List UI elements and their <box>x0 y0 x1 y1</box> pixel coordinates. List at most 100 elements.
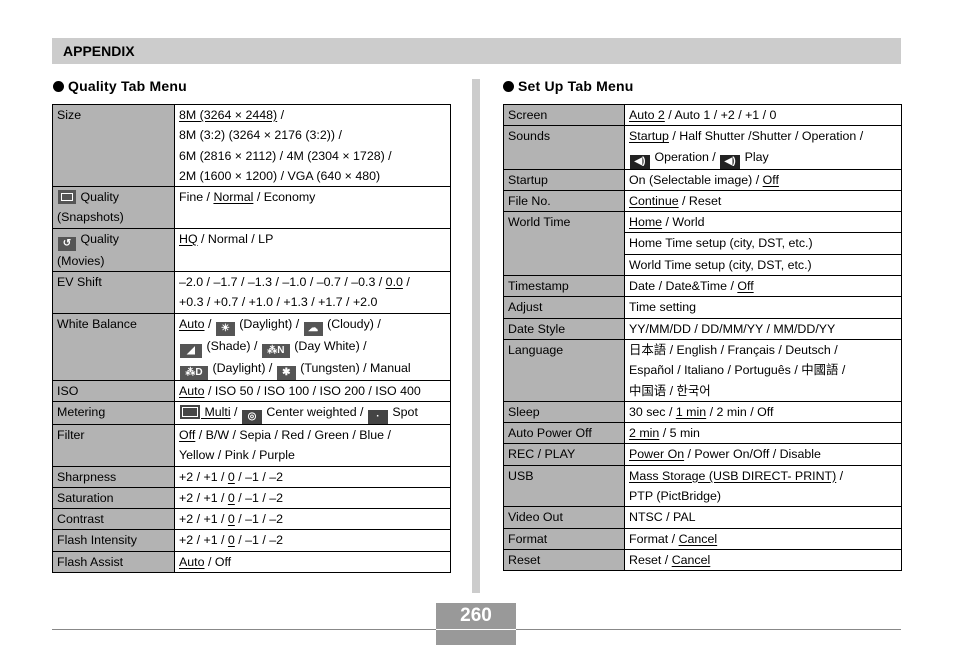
setting-options: Continue / Reset <box>624 189 902 213</box>
setting-label: Metering <box>52 400 175 425</box>
table-row: Language 日本語 / English / Français / Deuts… <box>503 338 902 402</box>
setting-label: Auto Power Off <box>503 422 625 445</box>
setting-options: +2 / +1 / 0 / –1 / –2 <box>174 465 451 488</box>
movie-quality-icon: ↺ <box>58 236 76 251</box>
setting-options: Power On / Power On/Off / Disable <box>624 443 902 466</box>
setting-label: Flash Intensity <box>52 529 175 552</box>
setting-options: Auto / ISO 50 / ISO 100 / ISO 200 / ISO … <box>174 379 451 402</box>
table-row: Adjust Time setting <box>503 296 902 319</box>
shade-icon: ◢ <box>180 343 202 358</box>
setting-label: ISO <box>52 379 175 402</box>
setting-label: Size <box>52 103 175 188</box>
setting-label: Timestamp <box>503 275 625 298</box>
setting-label: Date Style <box>503 317 625 340</box>
setting-label: World Time <box>503 211 625 277</box>
setting-options: Multi / ◎ Center weighted / · Spot <box>174 400 451 425</box>
setting-options: Auto / Off <box>174 550 451 574</box>
setting-options: Mass Storage (USB DIRECT- PRINT) / PTP (P… <box>624 464 902 508</box>
setting-options: Auto / ☀ (Daylight) / ☁ (Cloudy) / ◢ (Sha… <box>174 312 451 381</box>
table-row: White Balance Auto / ☀ (Daylight) / ☁ (Cl… <box>52 312 451 381</box>
setup-table: Screen Auto 2 / Auto 1 / +2 / +1 / 0 Sound… <box>503 103 902 572</box>
table-row: Auto Power Off 2 min / 5 min <box>503 422 902 445</box>
setting-options: Startup / Half Shutter /Shutter / Operat… <box>624 125 902 170</box>
setting-options: YY/MM/DD / DD/MM/YY / MM/DD/YY <box>624 317 902 340</box>
day-white-fluorescent-icon: ⁂N <box>261 343 290 358</box>
tungsten-icon: ✱ <box>276 365 296 380</box>
table-row: Timestamp Date / Date&Time / Off <box>503 275 902 298</box>
setting-label: Language <box>503 338 625 402</box>
table-row: File No. Continue / Reset <box>503 189 902 213</box>
setting-options: On (Selectable image) / Off <box>624 168 902 191</box>
table-row: Startup On (Selectable image) / Off <box>503 168 902 191</box>
table-row: Filter Off / B/W / Sepia / Red / Green / … <box>52 423 451 467</box>
table-row: Size 8M (3264 × 2448) /8M (3:2) (3264 × 2… <box>52 103 451 188</box>
table-row: ISO Auto / ISO 50 / ISO 100 / ISO 200 / I… <box>52 379 451 402</box>
bullet-icon <box>53 81 64 92</box>
setting-label: Adjust <box>503 296 625 319</box>
setting-options: Format / Cancel <box>624 527 902 550</box>
setting-options: –2.0 / –1.7 / –1.3 / –1.0 / –0.7 / –0.3 … <box>174 271 451 314</box>
table-row: Video Out NTSC / PAL <box>503 506 902 529</box>
table-row: Flash Intensity +2 / +1 / 0 / –1 / –2 <box>52 529 451 552</box>
setting-options: Fine / Normal / Economy <box>174 186 451 229</box>
footer-rule-left <box>52 629 436 630</box>
setting-label: Quality (Snapshots) <box>52 186 175 229</box>
section-header: APPENDIX <box>52 38 901 64</box>
speaker-icon: ◀) <box>720 154 741 169</box>
column-divider <box>472 79 480 593</box>
table-row: Sounds Startup / Half Shutter /Shutter / … <box>503 125 902 170</box>
setting-label: ↺ Quality (Movies) <box>52 227 175 273</box>
spot-metering-icon: · <box>367 409 388 424</box>
table-row: Flash Assist Auto / Off <box>52 550 451 574</box>
table-row: Reset Reset / Cancel <box>503 548 902 572</box>
setting-options: 30 sec / 1 min / 2 min / Off <box>624 400 902 424</box>
setting-options: Auto 2 / Auto 1 / +2 / +1 / 0 <box>624 103 902 127</box>
table-row: Sharpness +2 / +1 / 0 / –1 / –2 <box>52 465 451 488</box>
table-row: USB Mass Storage (USB DIRECT- PRINT) / PTP… <box>503 464 902 508</box>
setting-label: Flash Assist <box>52 550 175 574</box>
header-title: APPENDIX <box>63 43 135 59</box>
setting-options: +2 / +1 / 0 / –1 / –2 <box>174 529 451 552</box>
setting-options: Off / B/W / Sepia / Red / Green / Blue /… <box>174 423 451 467</box>
setting-label: Reset <box>503 548 625 572</box>
setting-label: Startup <box>503 168 625 191</box>
table-row: REC / PLAY Power On / Power On/Off / Disa… <box>503 443 902 466</box>
center-weighted-metering-icon: ◎ <box>241 409 262 424</box>
setting-label: Contrast <box>52 508 175 531</box>
setting-label: File No. <box>503 189 625 213</box>
table-row: Date Style YY/MM/DD / DD/MM/YY / MM/DD/YY <box>503 317 902 340</box>
setting-label: REC / PLAY <box>503 443 625 466</box>
setting-options: 2 min / 5 min <box>624 422 902 445</box>
setting-label: White Balance <box>52 312 175 381</box>
page-number-box: 260 <box>436 603 516 645</box>
quality-table: Size 8M (3264 × 2448) /8M (3:2) (3264 × 2… <box>52 103 451 574</box>
quality-section-title: Quality Tab Menu <box>53 78 187 94</box>
setting-options: Home / World Home Time setup (city, DST, … <box>624 211 902 277</box>
snapshot-quality-icon <box>58 190 76 205</box>
setting-options: NTSC / PAL <box>624 506 902 529</box>
setting-label: Filter <box>52 423 175 467</box>
setting-options: Time setting <box>624 296 902 319</box>
table-row: EV Shift –2.0 / –1.7 / –1.3 / –1.0 / –0.7… <box>52 271 451 314</box>
table-row: Quality (Snapshots) Fine / Normal / Econom… <box>52 186 451 229</box>
table-row: ↺ Quality (Movies) HQ / Normal / LP <box>52 227 451 273</box>
setting-options: 8M (3264 × 2448) /8M (3:2) (3264 × 2176 … <box>174 103 451 188</box>
setting-label: USB <box>503 464 625 508</box>
setting-options: Reset / Cancel <box>624 548 902 572</box>
setting-options: +2 / +1 / 0 / –1 / –2 <box>174 508 451 531</box>
multi-metering-icon <box>180 404 200 419</box>
footer-rule-right <box>516 629 901 630</box>
table-row: Contrast +2 / +1 / 0 / –1 / –2 <box>52 508 451 531</box>
setting-label: EV Shift <box>52 271 175 314</box>
setting-label: Sleep <box>503 400 625 424</box>
speaker-icon: ◀) <box>630 154 650 169</box>
setting-label: Saturation <box>52 486 175 510</box>
setting-label: Sounds <box>503 125 625 170</box>
bullet-icon <box>503 81 514 92</box>
setting-options: 日本語 / English / Français / Deutsch / Espa… <box>624 338 902 402</box>
setup-section-title: Set Up Tab Menu <box>503 78 634 94</box>
setting-label: Format <box>503 527 625 550</box>
daylight-fluorescent-icon: ⁂D <box>180 365 208 380</box>
table-row: Saturation +2 / +1 / 0 / –1 / –2 <box>52 486 451 510</box>
daylight-icon: ☀ <box>215 321 235 336</box>
